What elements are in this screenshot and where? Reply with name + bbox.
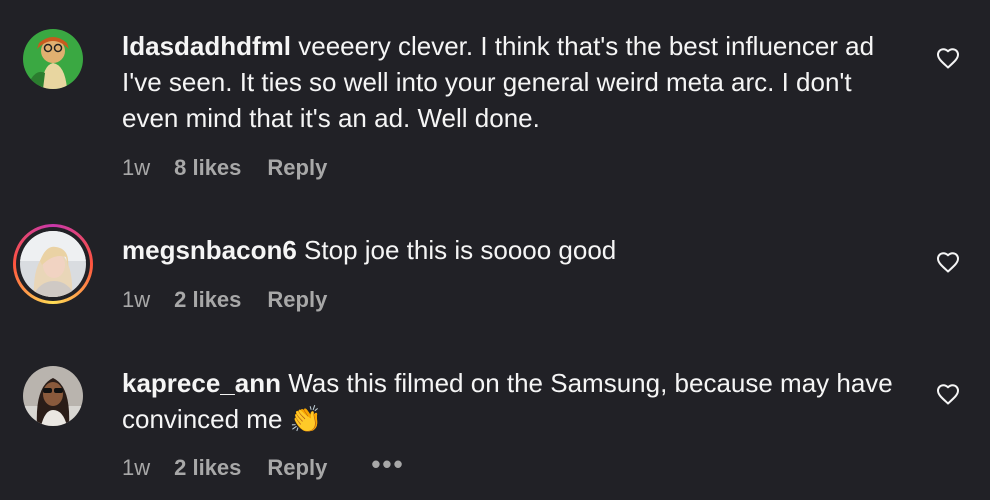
username[interactable]: megsnbacon6 xyxy=(122,235,297,265)
avatar[interactable] xyxy=(23,29,83,89)
comment-text: megsnbacon6 Stop joe this is soooo good xyxy=(122,232,912,268)
username[interactable]: ldasdadhdfml xyxy=(122,31,291,61)
story-ring[interactable] xyxy=(13,224,93,304)
username[interactable]: kaprece_ann xyxy=(122,368,281,398)
ellipsis-icon[interactable]: ••• xyxy=(371,451,404,477)
reply-button[interactable]: Reply xyxy=(267,287,327,313)
avatar[interactable] xyxy=(23,366,83,426)
comment-meta: 1w 2 likes Reply ••• xyxy=(122,451,405,481)
reply-button[interactable]: Reply xyxy=(267,155,327,181)
comment-meta: 1w 8 likes Reply xyxy=(122,155,327,181)
comment-meta: 1w 2 likes Reply xyxy=(122,287,327,313)
timestamp: 1w xyxy=(122,155,151,180)
comment-text: kaprece_ann Was this filmed on the Samsu… xyxy=(122,365,912,437)
avatar[interactable] xyxy=(20,231,86,297)
comment-text: ldasdadhdfml veeeery clever. I think tha… xyxy=(122,28,912,136)
like-heart-icon[interactable] xyxy=(936,251,960,275)
like-heart-icon[interactable] xyxy=(936,47,960,71)
timestamp: 1w xyxy=(122,287,151,312)
reply-button[interactable]: Reply xyxy=(267,455,327,481)
like-heart-icon[interactable] xyxy=(936,383,960,407)
likes-count[interactable]: 2 likes xyxy=(174,455,241,481)
timestamp: 1w xyxy=(122,455,151,480)
comment-body: Stop joe this is soooo good xyxy=(296,235,617,265)
likes-count[interactable]: 8 likes xyxy=(174,155,241,181)
likes-count[interactable]: 2 likes xyxy=(174,287,241,313)
